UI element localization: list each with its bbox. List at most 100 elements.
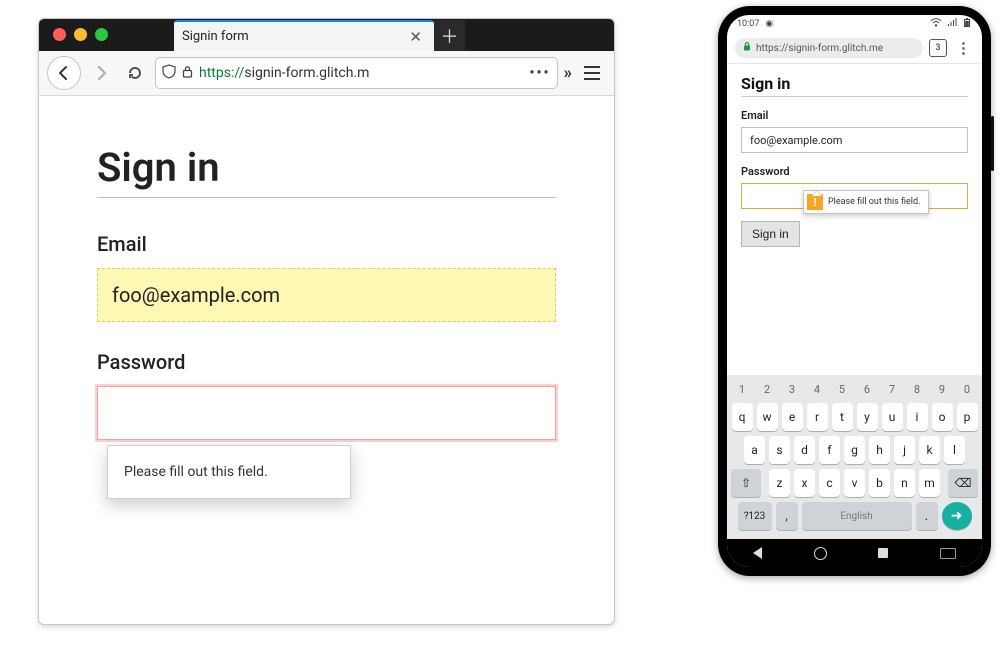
url-text: https://signin-form.glitch.m <box>199 65 369 81</box>
forward-button[interactable] <box>87 59 115 87</box>
space-key[interactable]: English <box>802 502 912 530</box>
key-t[interactable]: t <box>832 403 853 431</box>
shift-key[interactable]: ⇧ <box>731 469 761 497</box>
new-tab-button[interactable]: ＋ <box>434 20 465 51</box>
reload-button[interactable] <box>121 59 149 87</box>
key-a[interactable]: a <box>744 436 765 464</box>
comma-key[interactable]: , <box>776 502 798 530</box>
tracking-protection-icon[interactable] <box>162 64 176 83</box>
password-label: Password <box>741 165 968 178</box>
key-u[interactable]: u <box>882 403 903 431</box>
mobile-browser-toolbar: https://signin-form.glitch.me 3 ⋮ <box>727 33 982 64</box>
key-k[interactable]: k <box>919 436 940 464</box>
back-button[interactable] <box>47 56 81 90</box>
page-content: Sign in Email Password <box>39 96 614 460</box>
key-2[interactable]: 2 <box>757 380 778 398</box>
browser-tab[interactable]: Signin form ✕ <box>174 20 434 51</box>
key-e[interactable]: e <box>782 403 803 431</box>
nav-keyboard-button[interactable] <box>940 548 956 559</box>
key-1[interactable]: 1 <box>732 380 753 398</box>
page-title: Sign in <box>741 74 968 93</box>
validation-tooltip: ! Please fill out this field. <box>803 190 929 214</box>
backspace-key[interactable]: ⌫ <box>948 469 978 497</box>
android-nav-bar <box>727 539 982 567</box>
app-menu-button[interactable] <box>578 59 606 87</box>
key-v[interactable]: v <box>844 469 865 497</box>
status-time: 10:07 <box>737 19 759 29</box>
warning-icon: ! <box>807 194 823 210</box>
key-0[interactable]: 0 <box>957 380 978 398</box>
keyboard-number-row: 1234567890 <box>731 380 978 398</box>
on-screen-keyboard: 1234567890 qwertyuiop asdfghjkl ⇧ zxcvbn… <box>727 375 982 539</box>
key-3[interactable]: 3 <box>782 380 803 398</box>
key-4[interactable]: 4 <box>807 380 828 398</box>
email-label: Email <box>97 232 556 256</box>
page-actions-icon[interactable]: ••• <box>529 65 550 81</box>
overflow-toolbar-button[interactable]: » <box>564 63 573 83</box>
validation-message: Please fill out this field. <box>124 464 268 480</box>
browser-tab-bar: Signin form ✕ ＋ <box>39 19 614 51</box>
signin-button[interactable]: Sign in <box>741 221 800 247</box>
reload-icon <box>127 65 143 81</box>
key-l[interactable]: l <box>944 436 965 464</box>
arrow-left-icon <box>56 65 72 81</box>
validation-message: Please fill out this field. <box>826 197 928 207</box>
window-maximize-button[interactable] <box>95 28 108 41</box>
key-x[interactable]: x <box>794 469 815 497</box>
mobile-address-bar[interactable]: https://signin-form.glitch.me <box>735 38 923 58</box>
key-c[interactable]: c <box>819 469 840 497</box>
key-7[interactable]: 7 <box>882 380 903 398</box>
key-y[interactable]: y <box>857 403 878 431</box>
mobile-menu-button[interactable]: ⋮ <box>953 39 974 57</box>
key-5[interactable]: 5 <box>832 380 853 398</box>
browser-tab-title: Signin form <box>182 29 405 44</box>
enter-key[interactable]: ➜ <box>942 502 972 530</box>
email-label: Email <box>741 109 968 122</box>
status-bar: 10:07 ◉ <box>727 15 982 33</box>
symbols-key[interactable]: ?123 <box>738 502 772 530</box>
address-bar[interactable]: https://signin-form.glitch.m ••• <box>155 57 558 89</box>
key-r[interactable]: r <box>807 403 828 431</box>
nav-back-button[interactable] <box>753 547 762 559</box>
key-i[interactable]: i <box>907 403 928 431</box>
key-o[interactable]: o <box>932 403 953 431</box>
key-p[interactable]: p <box>957 403 978 431</box>
tab-switcher-button[interactable]: 3 <box>929 39 947 57</box>
lock-icon <box>743 42 751 54</box>
key-h[interactable]: h <box>869 436 890 464</box>
window-close-button[interactable] <box>53 28 66 41</box>
nav-home-button[interactable] <box>814 547 827 560</box>
key-q[interactable]: q <box>732 403 753 431</box>
key-b[interactable]: b <box>869 469 890 497</box>
key-j[interactable]: j <box>894 436 915 464</box>
key-m[interactable]: m <box>919 469 940 497</box>
key-f[interactable]: f <box>819 436 840 464</box>
email-field[interactable] <box>97 268 556 322</box>
signin-button-obscured[interactable] <box>141 590 231 614</box>
password-field[interactable] <box>97 386 556 440</box>
key-g[interactable]: g <box>844 436 865 464</box>
key-8[interactable]: 8 <box>907 380 928 398</box>
keyboard-row-1: qwertyuiop <box>731 403 978 431</box>
key-d[interactable]: d <box>794 436 815 464</box>
browser-toolbar: https://signin-form.glitch.m ••• » <box>39 51 614 96</box>
desktop-browser-window: Signin form ✕ ＋ <box>38 18 615 625</box>
key-n[interactable]: n <box>894 469 915 497</box>
key-6[interactable]: 6 <box>857 380 878 398</box>
key-z[interactable]: z <box>769 469 790 497</box>
key-w[interactable]: w <box>757 403 778 431</box>
period-key[interactable]: . <box>916 502 938 530</box>
window-controls <box>53 28 108 41</box>
mobile-url-text: https://signin-form.glitch.me <box>756 43 883 54</box>
email-field[interactable] <box>741 127 968 153</box>
validation-tooltip: Please fill out this field. <box>107 445 351 499</box>
divider <box>741 96 968 97</box>
nav-recents-button[interactable] <box>878 548 888 558</box>
key-s[interactable]: s <box>769 436 790 464</box>
key-9[interactable]: 9 <box>932 380 953 398</box>
signal-icon <box>947 18 957 30</box>
lock-icon[interactable] <box>182 65 193 82</box>
tab-close-icon[interactable]: ✕ <box>405 28 426 46</box>
phone-power-button[interactable] <box>991 116 994 171</box>
window-minimize-button[interactable] <box>74 28 87 41</box>
